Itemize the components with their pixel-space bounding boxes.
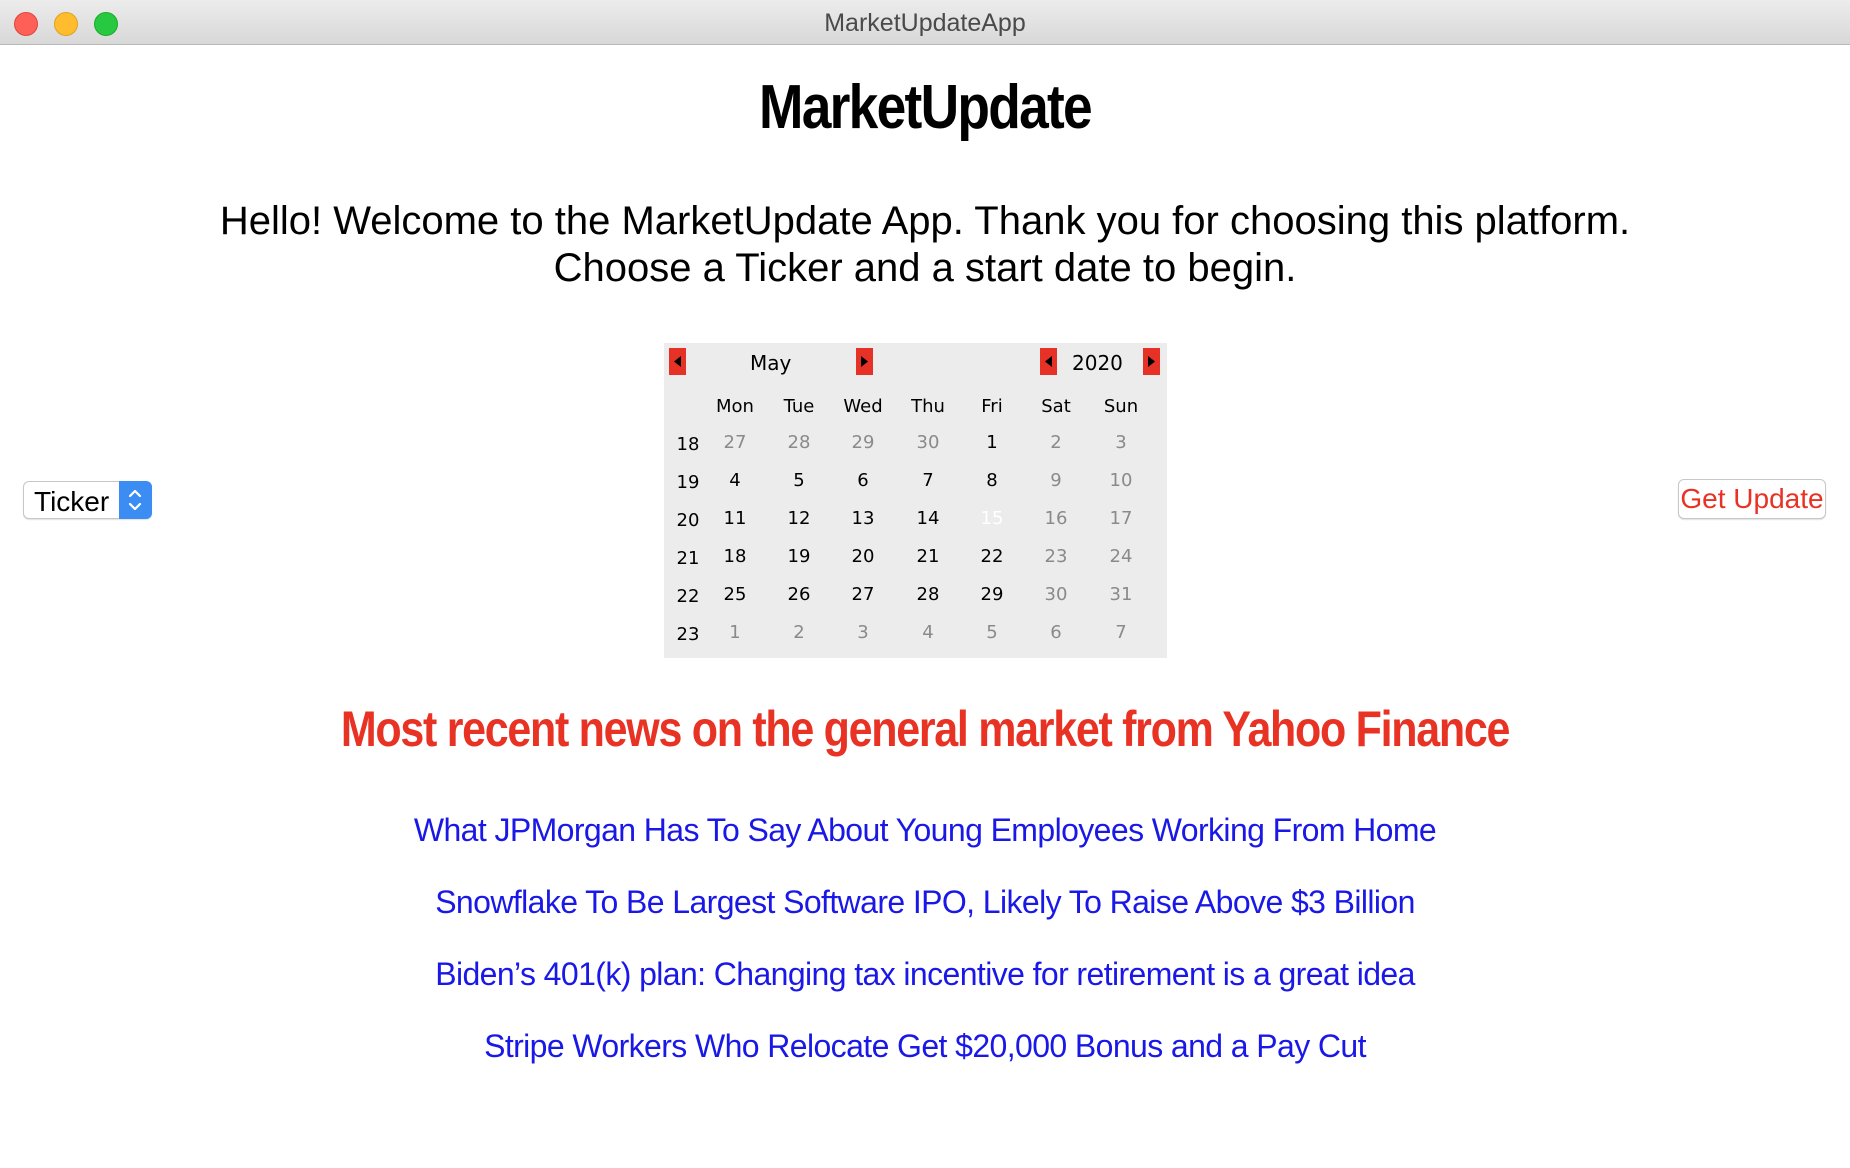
prev-month-button[interactable] xyxy=(669,348,686,375)
weekday-header: Wed xyxy=(843,396,883,417)
triangle-right-icon xyxy=(861,356,868,367)
calendar-day[interactable]: 20 xyxy=(838,546,888,567)
calendar-day[interactable]: 24 xyxy=(1096,546,1146,567)
weekday-header: Tue xyxy=(783,396,815,417)
calendar-day[interactable]: 1 xyxy=(710,622,760,643)
calendar-day[interactable]: 29 xyxy=(838,432,888,453)
week-number: 19 xyxy=(676,472,700,493)
calendar-day[interactable]: 30 xyxy=(903,432,953,453)
calendar-day[interactable]: 27 xyxy=(838,584,888,605)
calendar-day[interactable]: 29 xyxy=(967,584,1017,605)
calendar-day[interactable]: 6 xyxy=(838,470,888,491)
news-link[interactable]: Snowflake To Be Largest Software IPO, Li… xyxy=(0,884,1850,956)
welcome-message: Hello! Welcome to the MarketUpdate App. … xyxy=(0,198,1850,292)
title-bar[interactable]: MarketUpdateApp xyxy=(0,0,1850,45)
week-number: 20 xyxy=(676,510,700,531)
ticker-select-label: Ticker xyxy=(34,486,110,517)
app-window: MarketUpdateApp MarketUpdate Hello! Welc… xyxy=(0,0,1850,1168)
calendar-day[interactable]: 5 xyxy=(967,622,1017,643)
week-number: 18 xyxy=(676,434,700,455)
date-picker-calendar: May 2020 Mon Tue Wed Thu Fri Sat Sun 18 27 28 29 30… xyxy=(664,343,1167,658)
calendar-day[interactable]: 22 xyxy=(967,546,1017,567)
get-update-button[interactable]: Get Update xyxy=(1678,479,1826,519)
calendar-day[interactable]: 25 xyxy=(710,584,760,605)
calendar-day[interactable]: 10 xyxy=(1096,470,1146,491)
window-title: MarketUpdateApp xyxy=(824,9,1026,37)
calendar-day[interactable]: 7 xyxy=(903,470,953,491)
calendar-year[interactable]: 2020 xyxy=(1072,351,1123,375)
calendar-day[interactable]: 26 xyxy=(774,584,824,605)
calendar-day[interactable]: 9 xyxy=(1031,470,1081,491)
calendar-day[interactable]: 1 xyxy=(967,432,1017,453)
triangle-right-icon xyxy=(1148,356,1155,367)
triangle-left-icon xyxy=(1045,356,1052,367)
week-number: 23 xyxy=(676,624,700,645)
weekday-header: Thu xyxy=(911,396,945,417)
calendar-day-selected[interactable]: 15 xyxy=(967,508,1017,529)
calendar-day[interactable]: 2 xyxy=(774,622,824,643)
news-link[interactable]: Biden’s 401(k) plan: Changing tax incent… xyxy=(0,956,1850,1028)
triangle-left-icon xyxy=(674,356,681,367)
ticker-select[interactable]: Ticker xyxy=(23,481,152,519)
calendar-day[interactable]: 23 xyxy=(1031,546,1081,567)
weekday-header: Fri xyxy=(981,396,1003,417)
calendar-day[interactable]: 2 xyxy=(1031,432,1081,453)
calendar-day[interactable]: 21 xyxy=(903,546,953,567)
news-link[interactable]: Stripe Workers Who Relocate Get $20,000 … xyxy=(0,1028,1850,1100)
calendar-day[interactable]: 12 xyxy=(774,508,824,529)
news-list: What JPMorgan Has To Say About Young Emp… xyxy=(0,812,1850,1100)
calendar-day[interactable]: 28 xyxy=(903,584,953,605)
weekday-header: Mon xyxy=(716,396,754,417)
select-stepper-icon xyxy=(119,481,152,519)
calendar-day[interactable]: 4 xyxy=(710,470,760,491)
calendar-day[interactable]: 14 xyxy=(903,508,953,529)
calendar-day[interactable]: 19 xyxy=(774,546,824,567)
calendar-day[interactable]: 7 xyxy=(1096,622,1146,643)
calendar-day[interactable]: 27 xyxy=(710,432,760,453)
week-number: 21 xyxy=(676,548,700,569)
welcome-line-2: Choose a Ticker and a start date to begi… xyxy=(553,246,1297,290)
calendar-day[interactable]: 17 xyxy=(1096,508,1146,529)
calendar-day[interactable]: 8 xyxy=(967,470,1017,491)
next-month-button[interactable] xyxy=(856,348,873,375)
calendar-day[interactable]: 13 xyxy=(838,508,888,529)
calendar-day[interactable]: 4 xyxy=(903,622,953,643)
calendar-day[interactable]: 6 xyxy=(1031,622,1081,643)
calendar-day[interactable]: 18 xyxy=(710,546,760,567)
weekday-header: Sun xyxy=(1103,396,1139,417)
week-number: 22 xyxy=(676,586,700,607)
calendar-day[interactable]: 31 xyxy=(1096,584,1146,605)
prev-year-button[interactable] xyxy=(1040,348,1057,375)
calendar-day[interactable]: 30 xyxy=(1031,584,1081,605)
welcome-line-1: Hello! Welcome to the MarketUpdate App. … xyxy=(219,199,1631,243)
calendar-day[interactable]: 28 xyxy=(774,432,824,453)
news-heading: Most recent news on the general market f… xyxy=(340,701,1511,757)
next-year-button[interactable] xyxy=(1143,348,1160,375)
calendar-month[interactable]: May xyxy=(750,351,791,375)
weekday-header: Sat xyxy=(1041,396,1071,417)
calendar-day[interactable]: 3 xyxy=(1096,432,1146,453)
news-link[interactable]: What JPMorgan Has To Say About Young Emp… xyxy=(0,812,1850,884)
calendar-day[interactable]: 16 xyxy=(1031,508,1081,529)
calendar-day[interactable]: 5 xyxy=(774,470,824,491)
calendar-day[interactable]: 3 xyxy=(838,622,888,643)
calendar-day[interactable]: 11 xyxy=(710,508,760,529)
app-heading: MarketUpdate xyxy=(759,73,1093,142)
